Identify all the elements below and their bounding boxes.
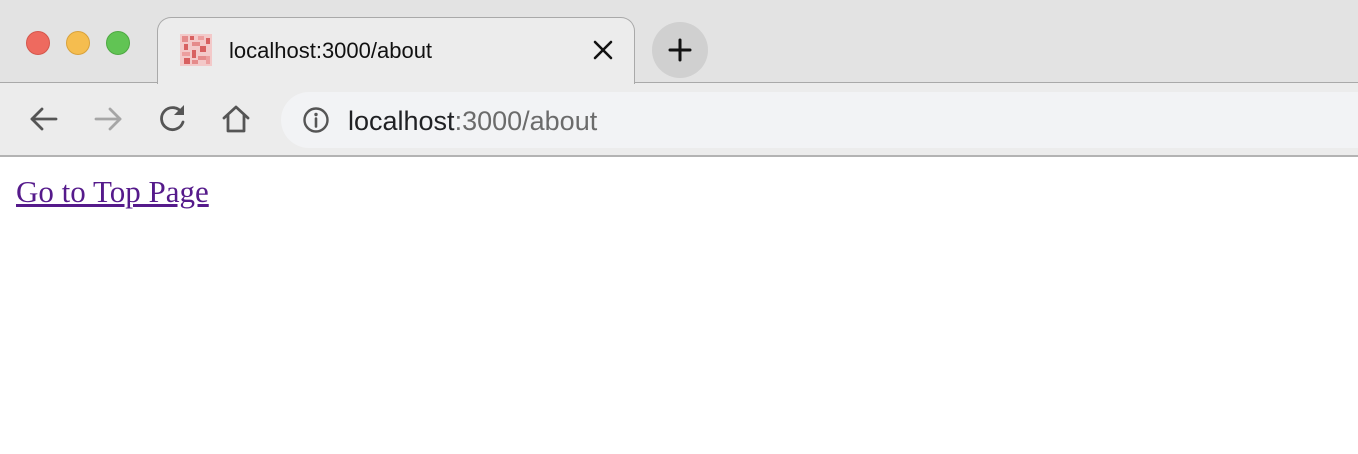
address-bar[interactable]: localhost:3000/about	[281, 92, 1358, 148]
page-content: Go to Top Page	[0, 157, 1358, 454]
url-text[interactable]: localhost:3000/about	[348, 106, 597, 136]
back-button[interactable]	[26, 101, 62, 137]
home-icon	[222, 105, 250, 133]
pixel-favicon-icon	[180, 34, 212, 66]
window-minimize-button[interactable]	[66, 31, 90, 55]
arrow-right-icon	[94, 107, 122, 131]
window-maximize-button[interactable]	[106, 31, 130, 55]
top-page-link[interactable]: Go to Top Page	[16, 174, 209, 210]
active-tab[interactable]: localhost:3000/about	[157, 17, 635, 84]
info-icon[interactable]	[302, 106, 330, 134]
window-close-button[interactable]	[26, 31, 50, 55]
reload-button[interactable]	[154, 101, 190, 137]
tab-strip: localhost:3000/about	[0, 0, 1358, 84]
tab-title: localhost:3000/about	[229, 38, 433, 63]
close-icon[interactable]	[592, 39, 614, 61]
arrow-left-icon	[30, 107, 58, 131]
url-host: localhost	[348, 106, 455, 136]
reload-icon	[160, 105, 185, 131]
home-button[interactable]	[218, 101, 254, 137]
forward-button[interactable]	[90, 101, 126, 137]
browser-window: localhost:3000/about localhost:3000/abou…	[0, 0, 1358, 454]
new-tab-button[interactable]	[652, 22, 708, 78]
plus-icon	[668, 38, 692, 62]
url-path: :3000/about	[454, 106, 598, 136]
browser-toolbar: localhost:3000/about	[0, 83, 1358, 157]
